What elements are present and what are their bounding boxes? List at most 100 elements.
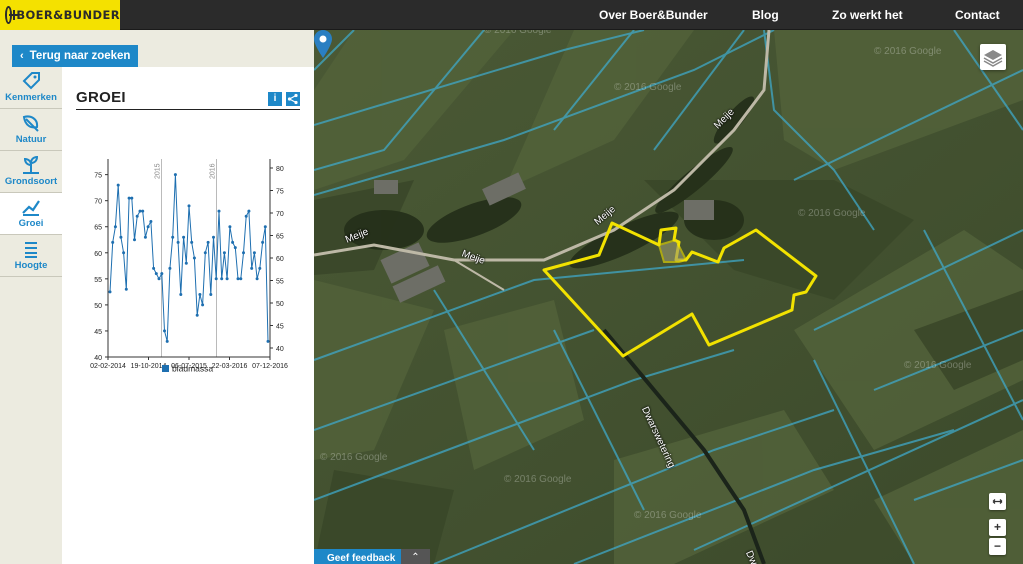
data-point: [127, 196, 131, 200]
data-point: [119, 235, 123, 239]
sidebar-item-kenmerken[interactable]: Kenmerken: [0, 67, 62, 109]
back-button-label: Terug naar zoeken: [29, 50, 131, 62]
left-panel: ‹ Terug naar zoeken Kenmerken Natuur Gro…: [0, 30, 314, 564]
y-tick-label-left: 40: [94, 355, 102, 362]
data-point: [250, 266, 254, 270]
data-point: [203, 251, 207, 255]
data-point: [206, 240, 210, 244]
y-tick-label-right: 60: [276, 256, 284, 263]
data-point: [168, 266, 172, 270]
data-point: [176, 240, 180, 244]
map-watermark: © 2016 Google: [614, 82, 682, 93]
data-point: [173, 173, 177, 177]
data-point: [261, 240, 265, 244]
tag-icon: [22, 72, 40, 90]
location-pin-icon[interactable]: [314, 30, 332, 58]
y-tick-label-right: 40: [276, 346, 284, 353]
info-icon: i: [273, 93, 277, 104]
data-point: [190, 240, 194, 244]
data-point: [143, 235, 147, 239]
map-watermark: © 2016 Google: [874, 46, 942, 57]
nav-link-contact[interactable]: Contact: [955, 0, 1000, 30]
map-watermark: © 2016 Google: [320, 452, 388, 463]
back-to-search-button[interactable]: ‹ Terug naar zoeken: [12, 45, 139, 67]
sidebar-item-label: Grondsoort: [4, 176, 58, 187]
data-point: [171, 235, 175, 239]
sidebar-item-natuur[interactable]: Natuur: [0, 109, 62, 151]
data-point: [233, 246, 237, 250]
share-button[interactable]: [286, 92, 300, 106]
data-point: [242, 251, 245, 255]
feedback-button[interactable]: Geef feedback: [314, 549, 401, 564]
data-point: [252, 251, 256, 255]
map-watermark: © 2016 Google: [484, 30, 552, 36]
growth-line-icon: [22, 200, 40, 216]
data-point: [165, 339, 169, 343]
y-tick-label-left: 70: [94, 199, 102, 206]
app-root: © 2016 Google © 2016 Google © 2016 Googl…: [0, 0, 1023, 564]
data-point: [225, 277, 229, 281]
fullscreen-button[interactable]: [989, 493, 1006, 510]
y-tick-label-left: 55: [94, 277, 102, 284]
data-point: [195, 313, 199, 317]
nav-link-blog[interactable]: Blog: [752, 0, 779, 30]
layers-button[interactable]: [980, 44, 1006, 70]
sidebar-item-label: Kenmerken: [5, 92, 57, 103]
year-marker-label: 2016: [210, 163, 217, 179]
y-tick-label-left: 65: [94, 225, 102, 232]
data-point: [130, 196, 134, 200]
data-point: [124, 287, 128, 291]
data-point: [222, 251, 226, 255]
data-point: [255, 277, 259, 281]
fullscreen-icon: [992, 499, 1003, 504]
panel-top-strip: ‹ Terug naar zoeken: [0, 30, 314, 67]
nav-link-how-it-works[interactable]: Zo werkt het: [832, 0, 903, 30]
y-tick-label-right: 65: [276, 234, 284, 241]
chevron-up-icon: ⌃: [411, 552, 420, 563]
y-tick-label-right: 50: [276, 301, 284, 308]
layers-icon: [983, 50, 1003, 67]
sidebar-item-groei[interactable]: Groei: [0, 193, 62, 235]
brand-logo[interactable]: BOER&BUNDER: [0, 0, 120, 30]
leaf-icon: [22, 115, 39, 132]
x-tick-label: 02-02-2014: [90, 363, 126, 370]
data-point: [152, 266, 156, 270]
map-watermark: © 2016 Google: [798, 208, 866, 219]
y-tick-label-left: 75: [94, 173, 102, 180]
map-watermark: © 2016 Google: [504, 474, 572, 485]
data-point: [135, 214, 139, 218]
sidebar-item-grondsoort[interactable]: Grondsoort: [0, 151, 62, 193]
data-point: [133, 238, 136, 242]
info-button[interactable]: i: [268, 92, 282, 106]
data-point: [244, 214, 248, 218]
data-point: [266, 339, 270, 343]
zoom-out-button[interactable]: −: [989, 538, 1006, 555]
map-watermark: © 2016 Google: [904, 360, 972, 371]
data-point: [154, 272, 158, 276]
data-point: [263, 225, 267, 229]
nav-link-over[interactable]: Over Boer&Bunder: [599, 0, 708, 30]
legend-label: bladmassa: [172, 364, 213, 374]
data-point: [184, 261, 188, 265]
y-tick-label-left: 45: [94, 329, 102, 336]
data-point: [182, 235, 186, 239]
collapse-feedback-button[interactable]: ⌃: [401, 549, 430, 564]
top-navigation-bar: BOER&BUNDER Over Boer&Bunder Blog Zo wer…: [0, 0, 1023, 30]
data-point: [163, 329, 166, 333]
brand-logo-icon: [5, 6, 20, 24]
y-tick-label-right: 45: [276, 324, 284, 331]
data-point: [122, 251, 126, 255]
data-point: [209, 293, 213, 296]
sidebar-item-label: Groei: [18, 218, 44, 229]
plant-icon: [23, 155, 39, 174]
data-point: [157, 277, 161, 281]
x-tick-label: 19-10-2014: [131, 363, 167, 370]
brand-name: BOER&BUNDER: [16, 8, 120, 22]
data-point: [220, 277, 224, 281]
x-tick-label: 22-03-2016: [212, 363, 248, 370]
data-point: [149, 220, 153, 223]
satellite-map[interactable]: © 2016 Google © 2016 Google © 2016 Googl…: [314, 30, 1023, 564]
data-point: [217, 209, 221, 213]
zoom-in-button[interactable]: +: [989, 519, 1006, 536]
sidebar-item-hoogte[interactable]: Hoogte: [0, 235, 62, 277]
